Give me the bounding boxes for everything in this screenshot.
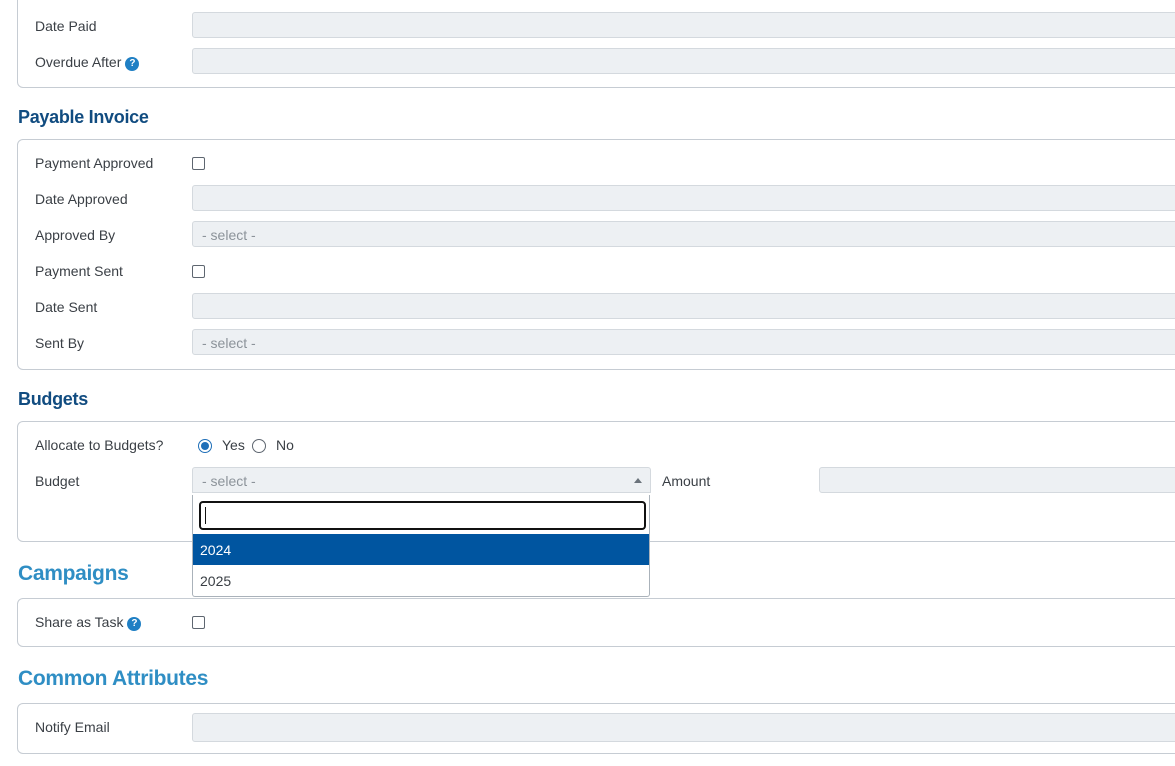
overdue-after-field[interactable] [192, 48, 1175, 74]
payment-approved-checkbox[interactable] [192, 157, 205, 170]
campaigns-panel [17, 598, 1175, 647]
date-approved-label: Date Approved [35, 191, 128, 207]
question-circle-icon[interactable]: ? [125, 57, 140, 71]
allocate-to-budgets-label: Allocate to Budgets? [35, 437, 164, 453]
payment-sent-checkbox[interactable] [192, 265, 205, 278]
allocate-yes-radio[interactable] [198, 439, 212, 453]
notify-email-label: Notify Email [35, 719, 110, 735]
campaigns-title: Campaigns [18, 562, 129, 585]
text-cursor [205, 507, 206, 524]
sent-by-value: - select - [202, 335, 256, 351]
approved-by-select[interactable]: - select - [192, 221, 1175, 247]
sent-by-select[interactable]: - select - [192, 329, 1175, 355]
approved-by-value: - select - [202, 227, 256, 243]
payable-invoice-title: Payable Invoice [18, 107, 149, 127]
budget-select[interactable]: - select - [192, 467, 651, 493]
share-as-task-label: Share as Task? [35, 614, 142, 631]
approved-by-label: Approved By [35, 227, 116, 243]
allocate-yes-label[interactable]: Yes [222, 437, 245, 453]
budget-dropdown: 2024 2025 [192, 495, 650, 597]
date-sent-label: Date Sent [35, 299, 98, 315]
budget-dropdown-search-input[interactable] [199, 501, 646, 530]
budget-select-value: - select - [202, 473, 256, 489]
overdue-after-label: Overdue After? [35, 54, 140, 71]
question-circle-icon[interactable]: ? [127, 617, 142, 631]
share-as-task-text: Share as Task [35, 614, 124, 630]
budget-option-2024[interactable]: 2024 [193, 534, 649, 565]
allocate-no-radio[interactable] [252, 439, 266, 453]
amount-label: Amount [662, 473, 711, 489]
payment-sent-label: Payment Sent [35, 263, 123, 279]
amount-field[interactable] [819, 467, 1175, 493]
budget-option-2025[interactable]: 2025 [193, 565, 649, 596]
date-sent-field[interactable] [192, 293, 1175, 319]
budgets-title: Budgets [18, 389, 88, 409]
payment-approved-label: Payment Approved [35, 155, 154, 171]
date-approved-field[interactable] [192, 185, 1175, 211]
budget-label: Budget [35, 473, 80, 489]
date-paid-label: Date Paid [35, 18, 97, 34]
overdue-after-text: Overdue After [35, 54, 122, 70]
date-paid-field[interactable] [192, 12, 1175, 38]
allocate-no-label[interactable]: No [276, 437, 294, 453]
sent-by-label: Sent By [35, 335, 85, 351]
notify-email-field[interactable] [192, 713, 1175, 742]
common-attributes-title: Common Attributes [18, 667, 209, 690]
share-as-task-checkbox[interactable] [192, 616, 205, 629]
caret-up-icon [634, 478, 642, 483]
